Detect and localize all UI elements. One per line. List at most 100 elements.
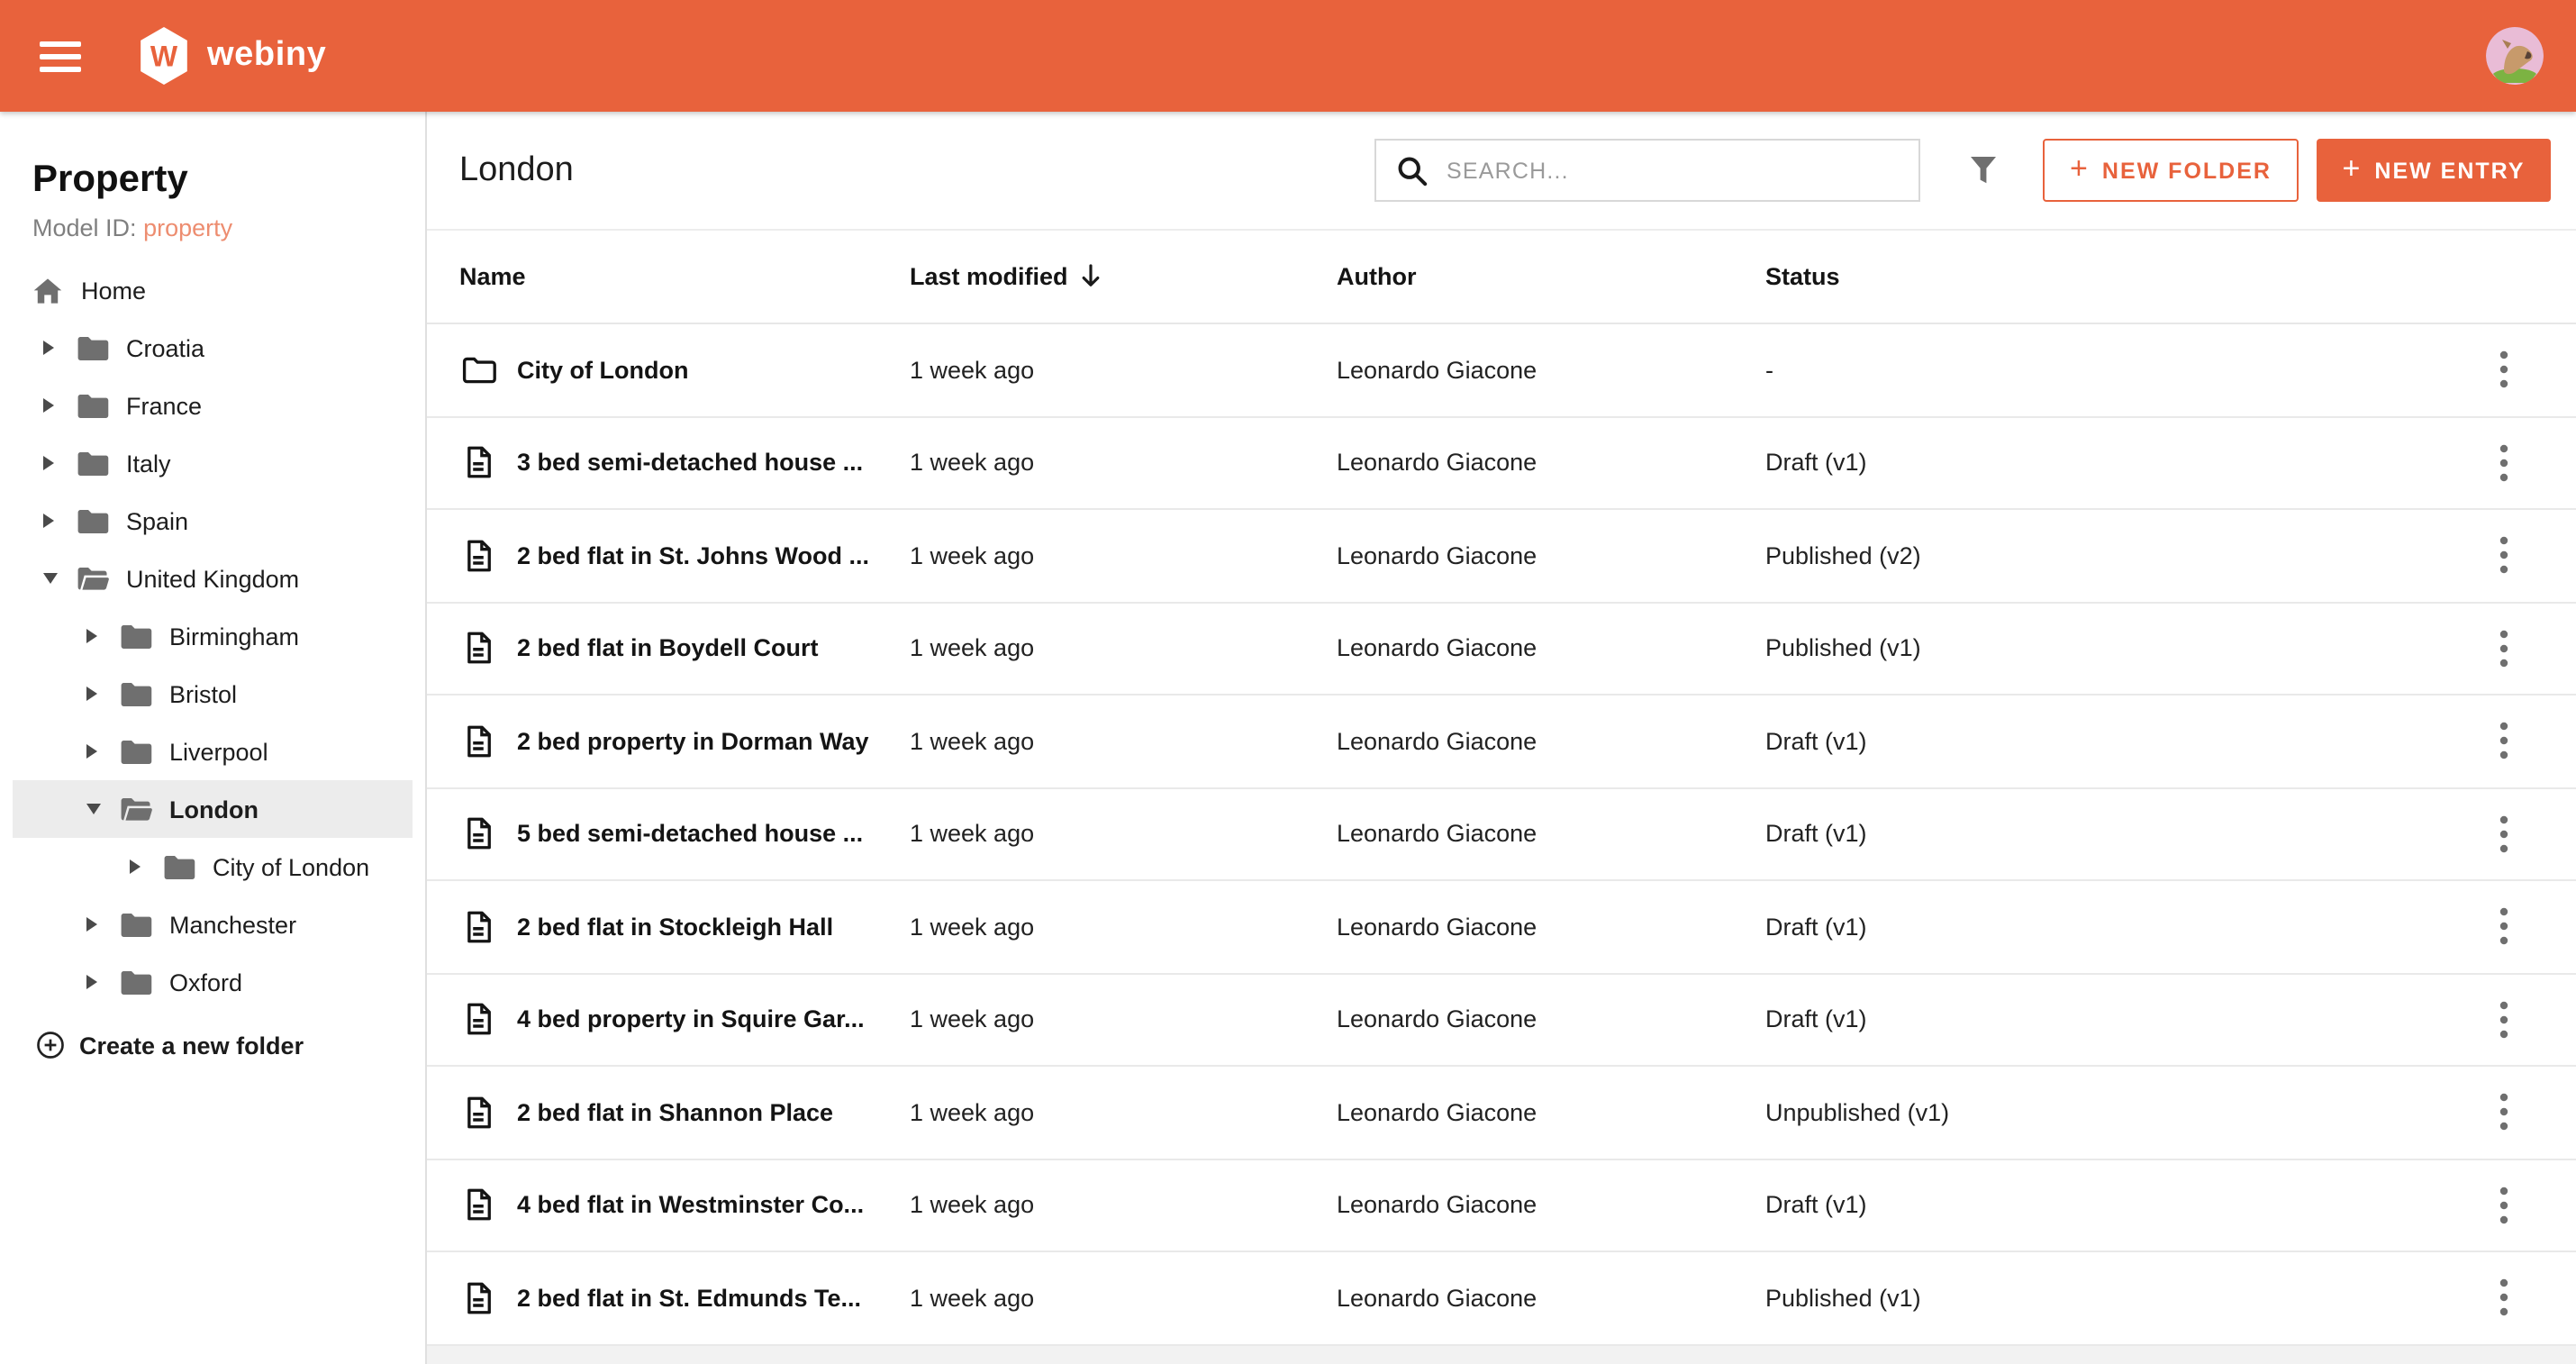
tree-item-croatia[interactable]: Croatia <box>13 319 413 377</box>
row-actions-button[interactable] <box>2454 722 2554 761</box>
caret-right-icon[interactable] <box>43 395 61 416</box>
row-status: Draft (v1) <box>1765 1191 1867 1219</box>
row-modified: 1 week ago <box>910 634 1035 662</box>
kebab-icon <box>2499 629 2509 668</box>
row-actions-button[interactable] <box>2454 629 2554 668</box>
row-actions-button[interactable] <box>2454 1278 2554 1318</box>
caret-right-icon[interactable] <box>86 971 104 993</box>
webiny-logo[interactable]: W webiny <box>137 27 326 85</box>
row-actions-button[interactable] <box>2454 1000 2554 1040</box>
caret-right-icon[interactable] <box>43 452 61 474</box>
model-title: Property <box>32 159 188 200</box>
entry-name[interactable]: 2 bed flat in Boydell Court <box>517 635 819 662</box>
table-row[interactable]: 2 bed flat in Stockleigh Hall 1 week ago… <box>427 881 2576 974</box>
logo-hexagon-icon: W <box>137 27 191 85</box>
create-folder-button[interactable]: Create a new folder <box>0 1016 425 1074</box>
caret-right-icon[interactable] <box>86 741 104 762</box>
tree-item-birmingham[interactable]: Birmingham <box>13 607 413 665</box>
new-folder-button[interactable]: + NEW FOLDER <box>2043 139 2299 202</box>
document-icon <box>459 1094 497 1132</box>
table-row[interactable]: 3 bed semi-detached house ... 1 week ago… <box>427 417 2576 510</box>
row-actions-button[interactable] <box>2454 1093 2554 1132</box>
table-row[interactable]: 2 bed flat in St. Johns Wood ... 1 week … <box>427 510 2576 603</box>
tree-item-manchester[interactable]: Manchester <box>13 896 413 953</box>
tree-item-oxford[interactable]: Oxford <box>13 953 413 1011</box>
caret-right-icon[interactable] <box>86 683 104 705</box>
row-status: Draft (v1) <box>1765 820 1867 848</box>
tree-item-city-of-london[interactable]: City of London <box>13 838 413 896</box>
caret-right-icon[interactable] <box>130 856 148 878</box>
table-row[interactable]: 4 bed property in Squire Gar... 1 week a… <box>427 974 2576 1067</box>
row-status: Published (v1) <box>1765 634 1921 662</box>
entry-name[interactable]: 2 bed flat in Shannon Place <box>517 1099 833 1126</box>
row-modified: 1 week ago <box>910 1284 1035 1312</box>
row-modified: 1 week ago <box>910 449 1035 477</box>
folder-icon <box>119 907 153 941</box>
caret-right-icon[interactable] <box>86 625 104 647</box>
column-last-modified[interactable]: Last modified <box>910 263 1337 290</box>
caret-right-icon[interactable] <box>86 914 104 935</box>
search-input[interactable] <box>1447 158 1900 183</box>
kebab-icon <box>2499 350 2509 390</box>
row-actions-button[interactable] <box>2454 350 2554 390</box>
entry-name[interactable]: 3 bed semi-detached house ... <box>517 450 863 477</box>
table-header: Name Last modified Author Status <box>427 231 2576 324</box>
entry-name[interactable]: City of London <box>517 357 688 384</box>
home-icon <box>32 275 63 305</box>
row-status: Draft (v1) <box>1765 913 1867 941</box>
entry-name[interactable]: 2 bed property in Dorman Way <box>517 728 869 755</box>
new-entry-button[interactable]: + NEW ENTRY <box>2317 139 2551 202</box>
entry-name[interactable]: 5 bed semi-detached house ... <box>517 821 863 848</box>
tree-item-france[interactable]: France <box>13 377 413 434</box>
user-avatar[interactable] <box>2486 27 2544 85</box>
table-row[interactable]: 2 bed flat in St. Edmunds Te... 1 week a… <box>427 1252 2576 1345</box>
table-row[interactable]: City of London 1 week ago Leonardo Giaco… <box>427 324 2576 417</box>
table-row[interactable]: 5 bed semi-detached house ... 1 week ago… <box>427 788 2576 881</box>
row-author: Leonardo Giacone <box>1337 356 1537 384</box>
tree-item-liverpool[interactable]: Liverpool <box>13 723 413 780</box>
tree-item-london[interactable]: London <box>13 780 413 838</box>
entry-name[interactable]: 4 bed flat in Westminster Co... <box>517 1192 864 1219</box>
row-modified: 1 week ago <box>910 727 1035 755</box>
row-actions-button[interactable] <box>2454 443 2554 483</box>
folder-icon <box>119 619 153 653</box>
column-name[interactable]: Name <box>459 263 910 290</box>
row-actions-button[interactable] <box>2454 907 2554 947</box>
filter-button[interactable] <box>1964 150 2003 190</box>
search-icon <box>1394 152 1430 188</box>
kebab-icon <box>2499 1000 2509 1040</box>
model-id-link[interactable]: property <box>143 214 232 241</box>
row-status: Published (v2) <box>1765 541 1921 569</box>
row-status: Unpublished (v1) <box>1765 1098 1950 1126</box>
row-author: Leonardo Giacone <box>1337 449 1537 477</box>
sidebar-item-home[interactable]: Home <box>13 261 413 319</box>
caret-down-icon[interactable] <box>86 798 104 820</box>
sort-desc-icon <box>1079 263 1102 290</box>
row-actions-button[interactable] <box>2454 1186 2554 1225</box>
tree-item-united-kingdom[interactable]: United Kingdom <box>13 550 413 607</box>
table-row[interactable]: 2 bed flat in Shannon Place 1 week ago L… <box>427 1067 2576 1159</box>
row-author: Leonardo Giacone <box>1337 541 1537 569</box>
table-row[interactable]: 4 bed flat in Westminster Co... 1 week a… <box>427 1159 2576 1252</box>
document-icon <box>459 444 497 482</box>
tree-item-italy[interactable]: Italy <box>13 434 413 492</box>
caret-right-icon[interactable] <box>43 510 61 532</box>
entry-name[interactable]: 4 bed property in Squire Gar... <box>517 1006 865 1033</box>
folder-icon <box>119 734 153 768</box>
row-modified: 1 week ago <box>910 356 1035 384</box>
caret-down-icon[interactable] <box>43 568 61 589</box>
row-modified: 1 week ago <box>910 1191 1035 1219</box>
table-row[interactable]: 2 bed property in Dorman Way 1 week ago … <box>427 696 2576 788</box>
document-icon <box>459 537 497 575</box>
entry-name[interactable]: 2 bed flat in Stockleigh Hall <box>517 914 833 941</box>
row-author: Leonardo Giacone <box>1337 1098 1537 1126</box>
entry-name[interactable]: 2 bed flat in St. Johns Wood ... <box>517 542 869 569</box>
row-actions-button[interactable] <box>2454 536 2554 576</box>
tree-item-bristol[interactable]: Bristol <box>13 665 413 723</box>
entry-name[interactable]: 2 bed flat in St. Edmunds Te... <box>517 1285 861 1312</box>
tree-item-spain[interactable]: Spain <box>13 492 413 550</box>
caret-right-icon[interactable] <box>43 337 61 359</box>
menu-button[interactable] <box>25 20 97 92</box>
table-row[interactable]: 2 bed flat in Boydell Court 1 week ago L… <box>427 603 2576 696</box>
row-actions-button[interactable] <box>2454 814 2554 854</box>
